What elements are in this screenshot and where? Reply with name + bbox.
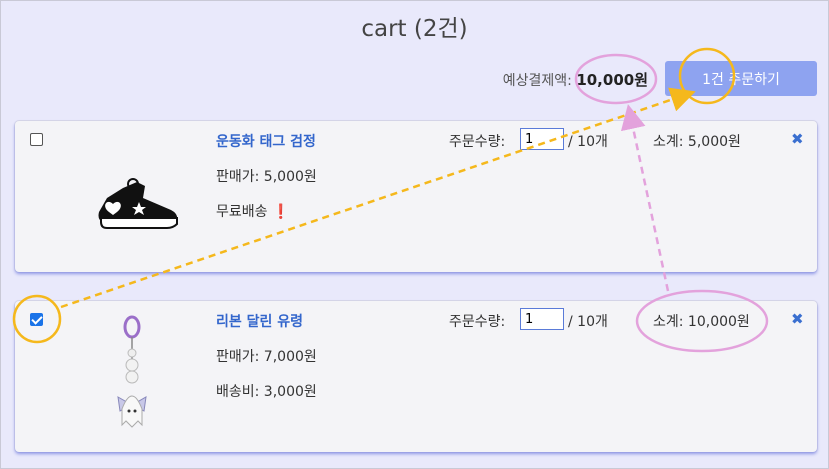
remove-icon[interactable]: ✖ [791, 310, 804, 328]
cart-item: 리본 달린 유령 판매가: 7,000원 배송비: 3,000원 주문수량: /… [15, 301, 817, 452]
exclamation-icon: ❗ [271, 204, 290, 220]
order-button[interactable]: 1건 주문하기 [665, 61, 817, 96]
item-shipping: 무료배송 ❗ [216, 201, 289, 221]
item-checkbox[interactable] [30, 313, 43, 326]
shipping-text: 무료배송 [216, 204, 268, 220]
quantity-label: 주문수량: [449, 134, 506, 150]
remove-icon[interactable]: ✖ [791, 130, 804, 148]
quantity-max: / 10개 [568, 314, 608, 330]
quantity-max: / 10개 [568, 134, 608, 150]
page-title: cart (2건) [361, 16, 468, 42]
item-subtotal: 소계: 5,000원 [653, 134, 741, 150]
expected-payment: 예상결제액: 10,000원 [503, 69, 648, 90]
quantity-input[interactable] [520, 308, 564, 330]
item-price: 판매가: 7,000원 [216, 349, 317, 365]
item-name[interactable]: 운동화 태그 검정 [216, 131, 316, 151]
quantity-label: 주문수량: [449, 314, 506, 330]
item-name[interactable]: 리본 달린 유령 [216, 311, 303, 331]
item-subtotal: 소계: 10,000원 [653, 314, 750, 330]
ghost-keychain-icon [117, 315, 147, 428]
item-shipping: 배송비: 3,000원 [216, 384, 317, 400]
expected-payment-label: 예상결제액: [502, 73, 572, 89]
item-checkbox[interactable] [30, 133, 43, 146]
expected-payment-amount: 10,000원 [576, 71, 648, 89]
item-price: 판매가: 5,000원 [216, 169, 317, 185]
sneaker-keychain-icon [98, 178, 178, 229]
quantity-input[interactable] [520, 128, 564, 150]
cart-item: 운동화 태그 검정 판매가: 5,000원 무료배송 ❗ 주문수량: / 10개… [15, 121, 817, 272]
